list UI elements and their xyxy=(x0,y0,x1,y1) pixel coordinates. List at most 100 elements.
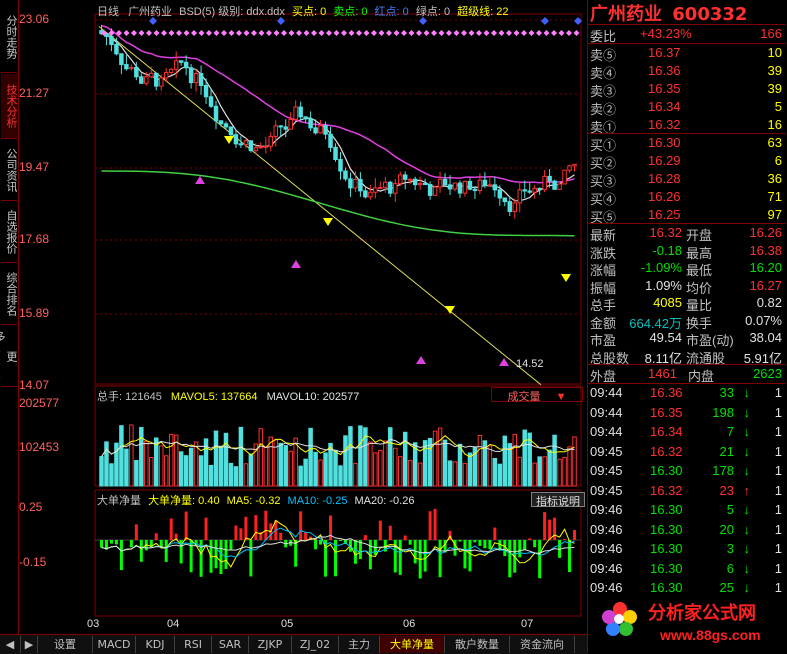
stat-row: 总手4085量比0.82 xyxy=(588,294,786,312)
candle-body xyxy=(533,188,536,192)
signal-diamond xyxy=(431,30,437,36)
indicator-bar xyxy=(354,540,357,564)
candle-body xyxy=(428,185,431,196)
ma20-line xyxy=(102,26,575,183)
tab-company-info[interactable]: 公司资讯 xyxy=(1,140,17,201)
candle-body xyxy=(523,190,526,191)
order-price: 16.32 xyxy=(648,117,681,132)
indicator-help-button[interactable]: 指标说明 xyxy=(531,492,585,507)
tab-fenshi[interactable]: 分时走势 xyxy=(1,2,17,73)
indicator-bar xyxy=(339,540,342,541)
tab-retail-count[interactable]: 散户数量 xyxy=(445,636,510,653)
tab-watchlist[interactable]: 自选报价 xyxy=(1,202,17,263)
tab-zhuli[interactable]: 主力 xyxy=(339,636,380,653)
tab-large-order-net[interactable]: 大单净量 xyxy=(380,636,445,653)
outer-inner-row: 外盘 1461 内盘 2623 xyxy=(588,365,786,383)
x-label: 04 xyxy=(167,618,179,630)
tab-scroll-left-icon[interactable]: ◀ xyxy=(0,636,21,653)
indicator-bar xyxy=(249,540,252,576)
arrow-down-icon: ↓ xyxy=(744,463,751,478)
volume-bar xyxy=(349,427,352,486)
tick-price: 16.34 xyxy=(650,424,683,439)
buy-triangle xyxy=(291,260,301,268)
indicator-bar xyxy=(468,540,471,571)
tab-tech-analysis[interactable]: 技术分析 xyxy=(1,74,17,139)
indicator-bar xyxy=(429,511,432,540)
signal-diamond xyxy=(251,30,257,36)
tab-zjkp[interactable]: ZJKP xyxy=(249,636,292,653)
indicator-bar xyxy=(439,540,442,577)
order-volume: 39 xyxy=(768,81,782,96)
indicator-bar xyxy=(483,540,486,548)
candle-body xyxy=(493,185,496,190)
sell-count: 卖点: 0 xyxy=(333,6,367,18)
indicator-bar xyxy=(279,533,282,540)
indicator-legend: 大单净量 大单净量: 0.40 MA5: -0.32 MA10: -0.25 M… xyxy=(97,492,414,508)
volume-bar xyxy=(398,457,401,486)
green-count: 绿点: 0 xyxy=(416,6,450,18)
tab-scroll-right-icon[interactable]: ▶ xyxy=(21,636,38,653)
tab-rsi[interactable]: RSI xyxy=(175,636,212,653)
indicator-bar xyxy=(190,540,193,572)
volume-select[interactable]: 成交量 ▼ xyxy=(491,387,583,402)
stat-value: 16.32 xyxy=(649,225,682,240)
volume-bar xyxy=(418,463,421,486)
tab-sar[interactable]: SAR xyxy=(212,636,249,653)
volume-bar xyxy=(264,447,267,486)
tab-ranking[interactable]: 综合排名 xyxy=(1,264,17,325)
signal-diamond xyxy=(529,30,535,36)
candle-body xyxy=(339,159,342,171)
stat-value: 16.26 xyxy=(749,225,782,240)
arrow-down-icon: ↓ xyxy=(744,424,751,439)
indicator-bar xyxy=(229,540,232,550)
candle-body xyxy=(304,117,307,119)
volume-bar xyxy=(140,428,143,486)
candle-body xyxy=(334,147,337,159)
candle-body xyxy=(349,179,352,188)
order-price: 16.29 xyxy=(648,153,681,168)
indicator-bar xyxy=(314,540,317,549)
candle-body xyxy=(249,141,252,151)
order-price: 16.34 xyxy=(648,99,681,114)
tick-volume: 20 xyxy=(720,522,734,537)
stat-row: 金额664.42万换手0.07% xyxy=(588,312,786,330)
tab-zj02[interactable]: ZJ_02 xyxy=(292,636,339,653)
tab-capital-flow[interactable]: 资金流向 xyxy=(510,636,575,653)
ind-ma5: MA5: -0.32 xyxy=(227,495,281,507)
indicator-bar xyxy=(130,540,133,547)
tab-more[interactable]: 更多... xyxy=(1,326,17,387)
volume-bar xyxy=(344,436,347,486)
tab-settings[interactable]: 设置 xyxy=(38,636,93,653)
stat-value: 16.38 xyxy=(749,243,782,258)
sell-order-row: 卖①16.3216 xyxy=(588,116,786,134)
indicator-bar xyxy=(155,533,158,540)
sell-triangle xyxy=(561,274,571,282)
volume-tick: 202577 xyxy=(19,396,95,410)
candle-body xyxy=(269,136,272,146)
volume-legend: 总手: 121645 MAVOL5: 137664 MAVOL10: 20257… xyxy=(97,388,359,404)
indicator-name: 大单净量 xyxy=(97,495,141,507)
tick-volume: 33 xyxy=(720,385,734,400)
order-price: 16.28 xyxy=(648,171,681,186)
volume-bar xyxy=(548,450,551,486)
tab-kdj[interactable]: KDJ xyxy=(136,636,175,653)
volume-bar xyxy=(234,467,237,486)
signal-diamond xyxy=(491,30,497,36)
chart-area[interactable]: 日线 广州药业 BSD(5) 级别: ddx.ddx 买点: 0 卖点: 0 红… xyxy=(19,0,586,632)
tick-volume: 198 xyxy=(712,405,734,420)
signal-diamond xyxy=(311,30,317,36)
candle-body xyxy=(209,97,212,106)
stat-row: 涨跌-0.18最高16.38 xyxy=(588,242,786,260)
candle-body xyxy=(364,191,367,197)
indicator-bar xyxy=(568,540,571,572)
volume-bar xyxy=(523,430,526,486)
watermark-title: 分析家公式网 xyxy=(648,599,756,625)
indicator-tab-bar: ◀ ▶ 设置 MACD KDJ RSI SAR ZJKP ZJ_02 主力 大单… xyxy=(0,634,587,654)
stat-row: 市盈49.54市盈(动)38.04 xyxy=(588,329,786,347)
kline-chart-svg[interactable] xyxy=(19,0,586,632)
candle-body xyxy=(513,203,516,212)
order-price: 16.30 xyxy=(648,135,681,150)
volume-bar xyxy=(184,456,187,486)
tab-macd[interactable]: MACD xyxy=(93,636,136,653)
signal-diamond xyxy=(176,30,182,36)
